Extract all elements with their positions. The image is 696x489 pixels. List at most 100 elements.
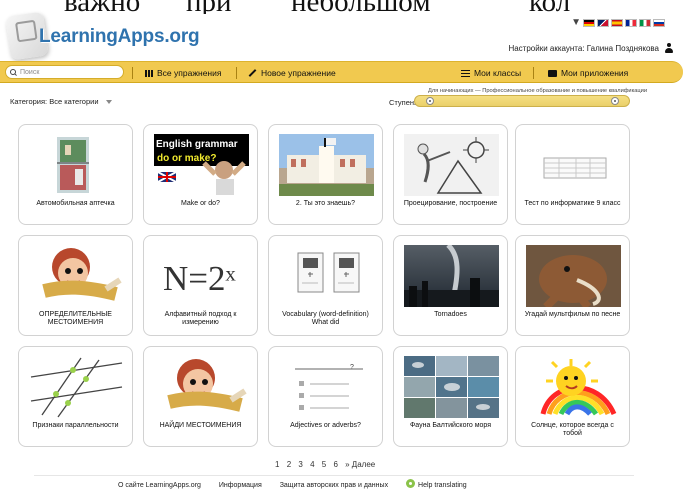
page-4-link[interactable]: 4 xyxy=(310,460,314,469)
language-flags[interactable]: ▼ xyxy=(571,17,665,28)
card-title: 2. Ты это знаешь? xyxy=(295,200,356,207)
svg-text:?: ? xyxy=(350,364,354,371)
new-exercise-label: Новое упражнение xyxy=(261,68,336,78)
card-title: Adjectives or adverbs? xyxy=(290,422,361,429)
exercise-card[interactable]: Угадай мультфильм по песне xyxy=(515,235,630,336)
page-1-link[interactable]: 1 xyxy=(275,460,279,469)
make-or-do-thumbnail: English grammar do or make? xyxy=(154,134,249,196)
exercise-card[interactable]: Проецирование, построение xyxy=(393,124,508,225)
formula-thumbnail: N=2ˣ xyxy=(154,245,249,307)
my-classes-tab[interactable]: Мои классы xyxy=(461,66,521,80)
spain-flag-icon[interactable] xyxy=(611,18,623,27)
cartoon-girl-thumbnail xyxy=(29,245,124,307)
svg-text:N=2ˣ: N=2ˣ xyxy=(163,259,237,298)
exercise-grid: Автомобильная аптечка English grammar do… xyxy=(18,124,630,447)
card-title: НАЙДИ МЕСТОИМЕНИЯ xyxy=(159,422,242,429)
uk-flag-icon[interactable] xyxy=(597,18,609,27)
cartoon-girl-thumbnail xyxy=(154,356,249,418)
spreadsheet-thumbnail xyxy=(526,134,621,196)
exercise-card[interactable]: Признаки параллельности xyxy=(18,346,133,447)
folder-icon xyxy=(548,69,557,77)
privacy-link[interactable]: Защита авторских прав и данных xyxy=(280,482,388,489)
footer-divider xyxy=(34,475,634,476)
card-title: Угадай мультфильм по песне xyxy=(524,311,621,318)
main-navigation: Поиск Все упражнения Новое упражнение Мо… xyxy=(0,61,683,83)
palace-thumbnail xyxy=(279,134,374,196)
card-title: Признаки параллельности xyxy=(32,422,119,429)
page-6-link[interactable]: 6 xyxy=(333,460,337,469)
all-exercises-tab[interactable]: Все упражнения xyxy=(145,66,221,80)
exercise-card[interactable]: Vocabulary (word-definition) What did xyxy=(268,235,383,336)
svg-text:English grammar: English grammar xyxy=(156,139,238,150)
level-slider[interactable] xyxy=(414,95,630,107)
nav-divider xyxy=(533,67,534,79)
france-flag-icon[interactable] xyxy=(625,18,637,27)
card-title: Алфавитный подход к измерению xyxy=(164,311,237,326)
card-title: Vocabulary (word-definition) What did xyxy=(282,311,369,326)
exercise-card[interactable]: 2. Ты это знаешь? xyxy=(268,124,383,225)
about-link[interactable]: О сайте LearningApps.org xyxy=(118,482,201,489)
exercise-card[interactable]: НАЙДИ МЕСТОИМЕНИЯ xyxy=(143,346,258,447)
category-filter[interactable]: Категория: Все категории xyxy=(10,97,112,106)
tornado-thumbnail xyxy=(404,245,499,307)
account-label[interactable]: Настройки аккаунта: Галина Позднякова xyxy=(508,44,659,53)
exercise-card[interactable]: English grammar do or make? Make or do? xyxy=(143,124,258,225)
language-dropdown-icon[interactable]: ▼ xyxy=(571,17,581,28)
russia-flag-icon[interactable] xyxy=(653,18,665,27)
level-range-note: Для начинающих — Профессиональное образо… xyxy=(428,88,648,94)
card-title: Солнце, которое всегда с тобой xyxy=(531,422,614,437)
top-fragment-word: важно xyxy=(64,0,140,14)
category-label[interactable]: Категория: Все категории xyxy=(10,97,99,106)
exercise-card[interactable]: ? Adjectives or adverbs? xyxy=(268,346,383,447)
account-settings[interactable]: Настройки аккаунта: Галина Позднякова xyxy=(508,43,674,53)
nav-divider xyxy=(132,67,133,79)
page-3-link[interactable]: 3 xyxy=(298,460,302,469)
card-title: Фауна Балтийского моря xyxy=(409,422,492,429)
dropdown-caret-icon[interactable] xyxy=(105,99,112,104)
card-title: Тест по информатике 9 класс xyxy=(524,200,621,207)
nav-divider xyxy=(236,67,237,79)
help-translating-link[interactable]: Help translating xyxy=(406,479,467,489)
search-icon xyxy=(10,68,17,76)
next-page-link[interactable]: » Далее xyxy=(345,460,375,469)
card-title: Make or do? xyxy=(181,200,220,207)
top-fragment-word: при xyxy=(186,0,232,14)
italy-flag-icon[interactable] xyxy=(639,18,651,27)
exercise-card[interactable]: Автомобильная аптечка xyxy=(18,124,133,225)
all-exercises-label: Все упражнения xyxy=(157,68,222,78)
parallel-lines-thumbnail xyxy=(29,356,124,418)
level-slider-start-handle[interactable] xyxy=(426,97,434,105)
top-fragment-word: небольшом xyxy=(291,0,431,14)
exercise-card[interactable]: ОПРЕДЕЛИТЕЛЬНЫЕ МЕСТОИМЕНИЯ xyxy=(18,235,133,336)
learningapps-logo[interactable]: LearningApps.org xyxy=(5,11,228,62)
grid-icon xyxy=(145,69,153,77)
information-link[interactable]: Информация xyxy=(219,482,262,489)
exercise-card[interactable]: Tornadoes xyxy=(393,235,508,336)
german-flag-icon[interactable] xyxy=(583,18,595,27)
logo-text: LearningApps.org xyxy=(39,26,200,47)
exercise-card[interactable]: Тест по информатике 9 класс xyxy=(515,124,630,225)
card-title: Tornadoes xyxy=(434,311,467,318)
footer: О сайте LearningApps.org Информация Защи… xyxy=(118,479,483,489)
pagination: 1 2 3 4 5 6 » Далее xyxy=(275,460,380,469)
search-input[interactable]: Поиск xyxy=(5,65,124,79)
user-icon xyxy=(664,43,674,53)
card-title: ОПРЕДЕЛИТЕЛЬНЫЕ МЕСТОИМЕНИЯ xyxy=(39,311,112,326)
page-2-link[interactable]: 2 xyxy=(287,460,291,469)
page-5-link[interactable]: 5 xyxy=(322,460,326,469)
exercise-card[interactable]: Солнце, которое всегда с тобой xyxy=(515,346,630,447)
exercise-card[interactable]: N=2ˣ Алфавитный подход к измерению xyxy=(143,235,258,336)
level-slider-end-handle[interactable] xyxy=(611,97,619,105)
first-aid-kit-thumbnail xyxy=(29,134,124,196)
cartoon-mammoth-thumbnail xyxy=(526,245,621,307)
card-title: Проецирование, построение xyxy=(403,200,498,207)
top-fragment-word: кол xyxy=(529,0,570,14)
exercise-card[interactable]: Фауна Балтийского моря xyxy=(393,346,508,447)
sun-rainbow-thumbnail xyxy=(526,356,621,418)
vocabulary-thumbnail xyxy=(279,245,374,307)
projection-thumbnail xyxy=(404,134,499,196)
list-icon xyxy=(461,69,470,77)
my-apps-tab[interactable]: Мои приложения xyxy=(548,66,628,80)
new-exercise-tab[interactable]: Новое упражнение xyxy=(248,66,336,80)
my-classes-label: Мои классы xyxy=(474,68,522,78)
